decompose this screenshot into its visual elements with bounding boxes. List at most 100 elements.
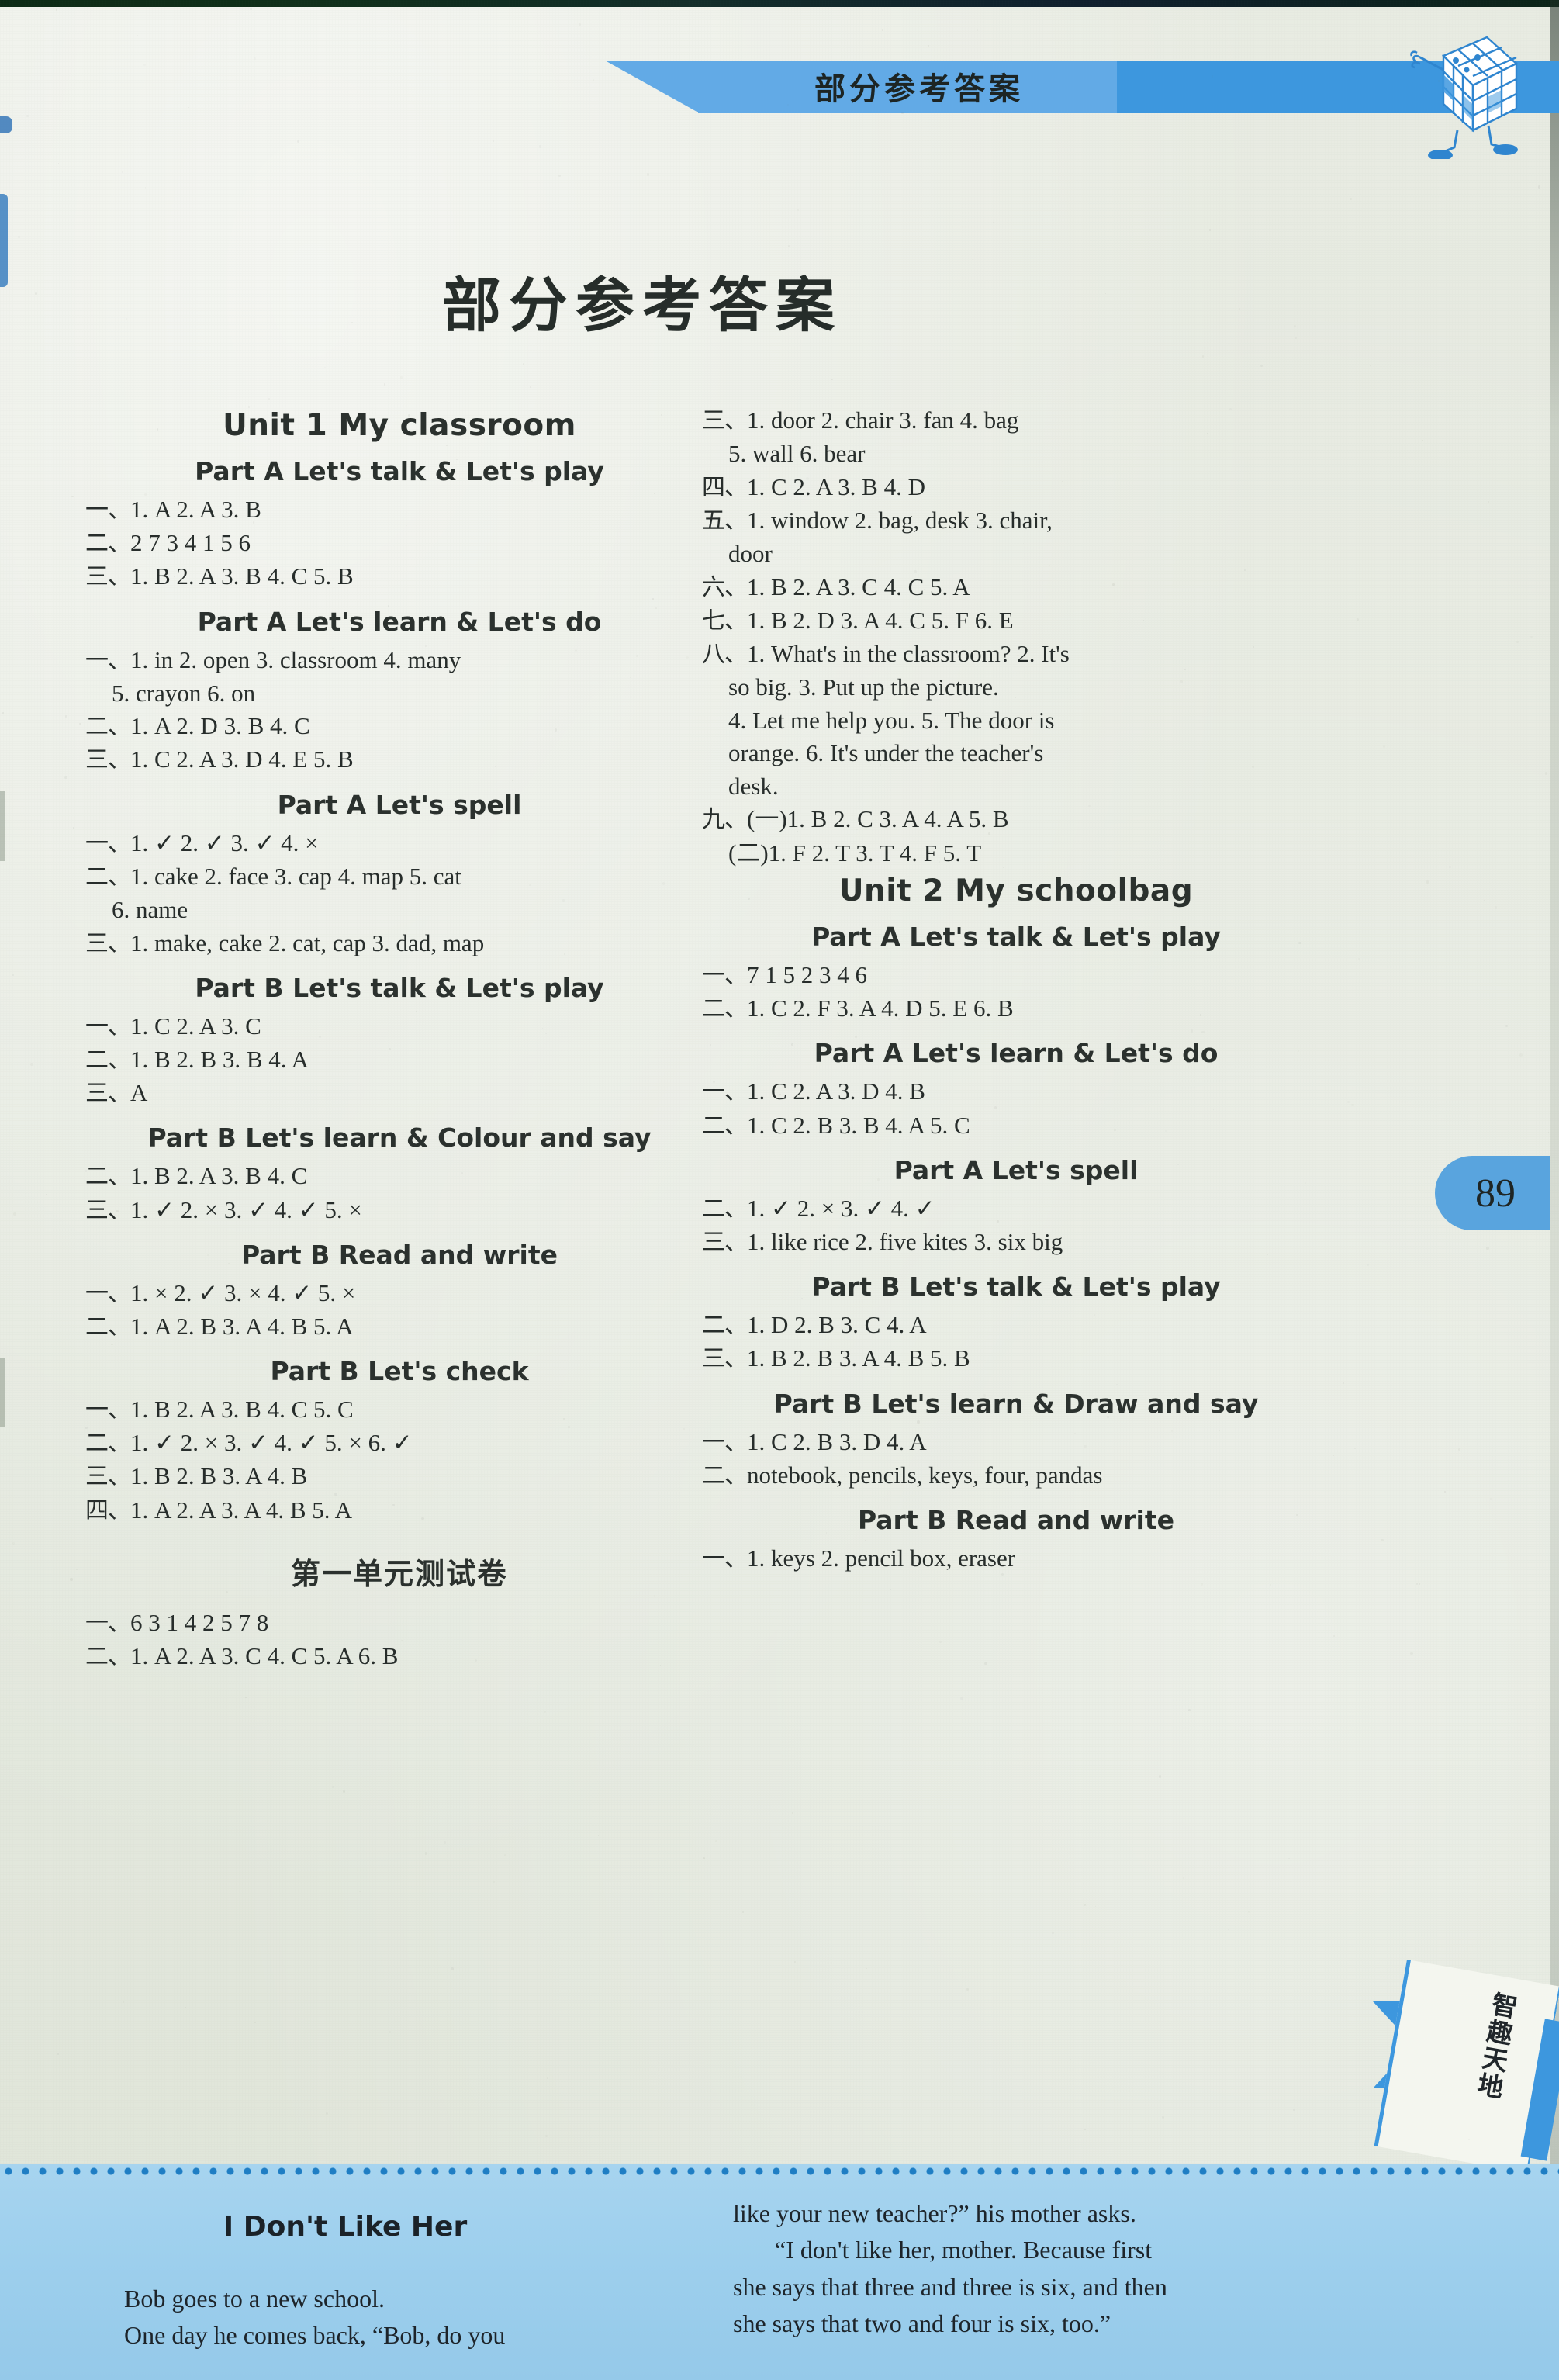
paper-speck [30, 1063, 33, 1066]
answer-index-cn: 一、 [702, 962, 748, 990]
answer-index-cn: 三、 [85, 1463, 131, 1491]
answer-text: notebook, pencils, keys, four, pandas [747, 1461, 1103, 1489]
answer-index-cn: 七、 [702, 607, 748, 635]
page-number-tab: 89 [1435, 1156, 1550, 1230]
header-banner: 部分参考答案 [605, 36, 1559, 161]
answer-text: 6 3 1 4 2 5 7 8 [130, 1608, 269, 1636]
answer-index-cn: 一、 [85, 496, 131, 524]
answer-text: 1. keys 2. pencil box, eraser [747, 1544, 1016, 1572]
paper-speck [1288, 1858, 1289, 1859]
answer-index-cn: 二、 [85, 530, 131, 558]
paper-speck [1084, 1903, 1087, 1906]
answer-line: 二、1. C 2. F 3. A 4. D 5. E 6. B [702, 992, 1330, 1025]
answer-text: 1. C 2. F 3. A 4. D 5. E 6. B [747, 995, 1014, 1022]
paper-speck [359, 1890, 361, 1892]
paper-speck [598, 1835, 600, 1837]
paper-speck [1364, 2145, 1366, 2147]
paper-speck [1505, 1025, 1508, 1028]
paper-speck [73, 827, 75, 829]
answer-index-cn: 二、 [85, 863, 131, 891]
part-heading: Part B Let's talk & Let's play [811, 1271, 1221, 1302]
answer-line: 一、6 3 1 4 2 5 7 8 [85, 1607, 714, 1639]
answer-line: 一、1. C 2. A 3. D 4. B [702, 1075, 1330, 1108]
paper-speck [389, 2031, 391, 2033]
answer-line: desk. [702, 770, 1330, 803]
paper-speck [797, 209, 800, 211]
paper-speck [1410, 1652, 1413, 1655]
answer-index-cn: 二、 [702, 1462, 748, 1489]
paper-speck [966, 1988, 969, 1991]
answer-index-cn: 一、 [702, 1078, 748, 1106]
answer-index-cn: 三、 [85, 929, 131, 957]
answer-text: 1. cake 2. face 3. cap 4. map 5. cat [130, 862, 461, 890]
paper-speck [1426, 880, 1429, 884]
paper-speck [326, 2112, 328, 2115]
paper-speck [715, 1840, 717, 1842]
story-line: Bob goes to a new school. [124, 2285, 385, 2313]
binding-mark-low2 [0, 1358, 5, 1427]
paper-speck [1187, 1709, 1191, 1712]
part-heading: Part A Let's spell [277, 789, 522, 820]
answer-text: 1. ✓ 2. × 3. ✓ 4. ✓ 5. × [130, 1195, 362, 1223]
test-paper-heading: 第一单元测试卷 [290, 1556, 508, 1591]
paper-speck [1294, 336, 1297, 339]
paper-speck [866, 1968, 868, 1970]
paper-speck [143, 64, 145, 65]
paper-speck [1208, 228, 1212, 231]
part-heading: Part B Let's learn & Colour and say [147, 1123, 652, 1154]
answer-line: 二、1. A 2. B 3. A 4. B 5. A [85, 1310, 714, 1343]
paper-speck [28, 580, 29, 581]
paper-speck [785, 2149, 787, 2151]
answer-index-cn: 五、 [702, 507, 748, 534]
answer-line: 三、1. ✓ 2. × 3. ✓ 4. ✓ 5. × [85, 1194, 714, 1226]
answer-text: 4. Let me help you. 5. The door is [728, 706, 1055, 734]
paper-speck [1342, 1382, 1344, 1385]
paper-speck [1495, 906, 1498, 909]
story-line: like your new teacher?” his mother asks. [733, 2199, 1136, 2227]
answer-index-cn: 二、 [85, 1430, 131, 1458]
answer-text: 2 7 3 4 1 5 6 [130, 529, 251, 557]
story-panel-dotted-border [0, 2164, 1559, 2175]
paper-speck [1358, 958, 1360, 960]
answer-text: door [728, 540, 773, 568]
paper-speck [558, 174, 561, 177]
part-heading: Part A Let's learn & Let's do [197, 606, 602, 637]
paper-speck [1008, 135, 1009, 137]
paper-speck [1238, 308, 1241, 310]
binding-mark-top [0, 116, 12, 133]
binding-mark-mid [0, 194, 8, 287]
answer-line: 一、1. A 2. A 3. B [85, 493, 714, 526]
story-text-right: like your new teacher?” his mother asks.… [733, 2195, 1377, 2342]
paper-speck [1544, 772, 1548, 775]
answer-text: orange. 6. It's under the teacher's [728, 739, 1044, 767]
answer-line: 二、1. A 2. A 3. C 4. C 5. A 6. B [85, 1640, 714, 1673]
answer-line: 三、1. door 2. chair 3. fan 4. bag [702, 404, 1330, 437]
paper-speck [522, 363, 524, 365]
paper-speck [977, 29, 978, 31]
paper-speck [136, 34, 139, 36]
paper-speck [984, 1662, 987, 1666]
corner-flag-badge: 智趣天地 [1373, 1955, 1559, 2174]
answer-text: 1. C 2. A 3. C [130, 1012, 261, 1040]
paper-speck [46, 1193, 48, 1195]
story-title: I Don't Like Her [223, 2211, 468, 2243]
paper-speck [1537, 185, 1541, 189]
answer-index-cn: 八、 [702, 641, 748, 668]
answer-index-cn: 二、 [85, 713, 131, 741]
paper-speck [1448, 866, 1452, 869]
answer-index-cn: 三、 [85, 1196, 131, 1224]
answer-text: 1. B 2. A 3. C 4. C 5. A [747, 573, 970, 600]
paper-speck [547, 2077, 548, 2079]
answer-line: 一、1. C 2. B 3. D 4. A [702, 1426, 1330, 1458]
answer-line: 二、1. B 2. B 3. B 4. A [85, 1043, 714, 1076]
answer-line: 4. Let me help you. 5. The door is [702, 704, 1330, 737]
paper-speck [71, 496, 74, 498]
answer-index-cn: 二、 [85, 1046, 131, 1074]
answer-text: 1. B 2. A 3. B 4. C 5. C [130, 1396, 354, 1424]
answer-line: 二、1. B 2. A 3. B 4. C [85, 1160, 714, 1192]
paper-speck [1530, 636, 1533, 638]
paper-speck [70, 1578, 73, 1581]
paper-speck [1333, 1635, 1335, 1638]
paper-speck [1418, 1583, 1420, 1585]
unit-heading: Unit 2 My schoolbag [838, 873, 1194, 909]
